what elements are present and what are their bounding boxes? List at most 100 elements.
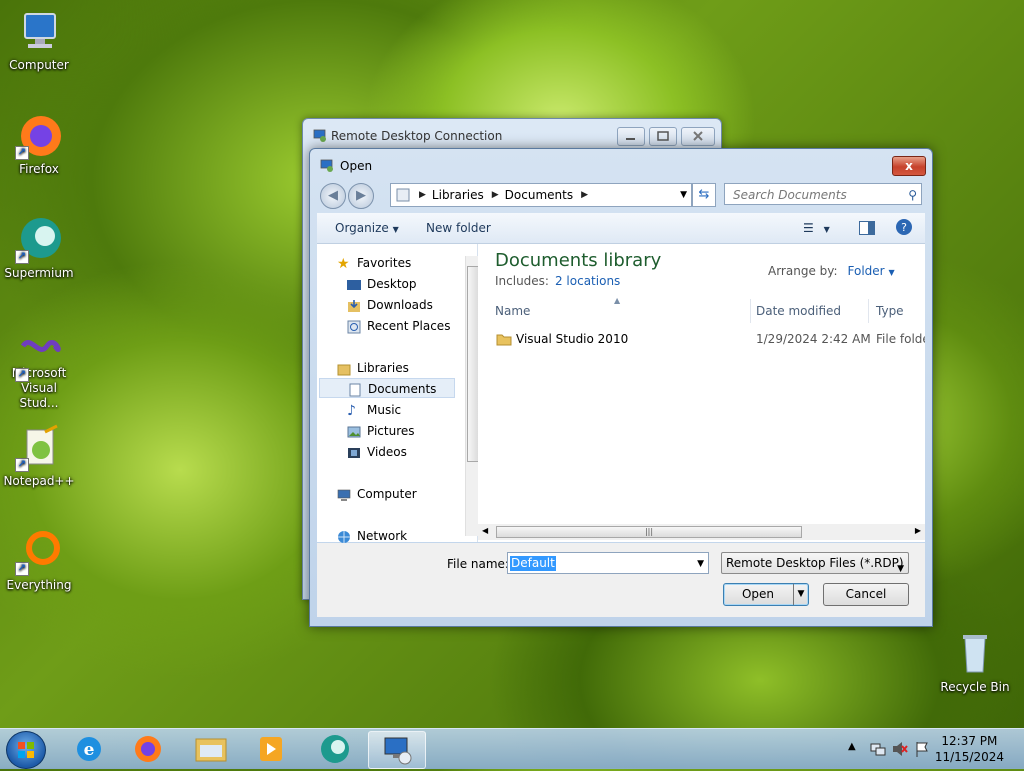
folder-icon	[496, 334, 512, 346]
nav-computer[interactable]: Computer	[337, 484, 417, 504]
shortcut-arrow-icon: ↗	[15, 250, 29, 264]
preview-pane-icon[interactable]	[859, 221, 875, 238]
content-scroll-thumb[interactable]: |||	[496, 526, 802, 538]
desktop-icon-label: Firefox	[19, 162, 59, 176]
chevron-down-icon[interactable]: ▼	[697, 559, 704, 569]
desktop-icon-everything[interactable]: ↗ Everything	[0, 528, 78, 593]
taskbar-media-player[interactable]	[244, 731, 298, 767]
refresh-button[interactable]: ⇆	[692, 183, 716, 207]
content-pane: Documents library Includes: 2 locations A…	[478, 244, 925, 542]
clock[interactable]: 12:37 PM 11/15/2024	[935, 733, 1004, 765]
nav-desktop[interactable]: Desktop	[347, 274, 417, 294]
desktop-icon-label: Supermium	[4, 266, 74, 280]
notepadpp-icon: ↗	[15, 424, 63, 472]
nav-downloads[interactable]: Downloads	[347, 295, 433, 315]
nav-recent-places[interactable]: Recent Places	[347, 316, 450, 336]
forward-button[interactable]: ▶	[348, 183, 374, 209]
nav-documents[interactable]: Documents	[319, 378, 455, 398]
content-horizontal-scrollbar[interactable]: ◀ ||| ▶	[478, 524, 925, 540]
command-bar: Organize ▼ New folder ☰ ▼ ?	[317, 213, 925, 244]
firefox-icon: ↗	[15, 112, 63, 160]
svg-text:?: ?	[901, 221, 907, 234]
file-type-value: Remote Desktop Files (*.RDP)	[726, 556, 904, 570]
show-hidden-icons-icon[interactable]: ▲	[848, 741, 856, 752]
visual-studio-icon: ↗	[15, 330, 63, 382]
file-type: File folder	[876, 332, 925, 346]
breadcrumb-libraries[interactable]: Libraries	[432, 188, 484, 202]
help-icon[interactable]: ?	[895, 218, 913, 239]
column-separator	[868, 299, 869, 323]
address-bar[interactable]: ▶ Libraries ▶ Documents ▶ ▼	[390, 183, 692, 207]
taskbar-supermium[interactable]	[308, 731, 362, 767]
nav-libraries[interactable]: Libraries	[337, 358, 409, 378]
search-icon[interactable]: ⚲	[908, 184, 917, 206]
column-header-date[interactable]: Date modified	[756, 304, 841, 318]
maximize-button[interactable]	[649, 127, 677, 146]
open-split-dropdown-icon[interactable]: ▼	[793, 584, 808, 605]
pictures-icon	[347, 426, 361, 437]
videos-icon	[348, 447, 360, 458]
open-button[interactable]: Open ▼	[723, 583, 809, 606]
new-folder-button[interactable]: New folder	[426, 221, 491, 235]
everything-icon: ↗	[15, 528, 63, 576]
desktop-icon-firefox[interactable]: ↗ Firefox	[0, 112, 78, 177]
taskbar-ie[interactable]: e	[62, 731, 116, 767]
file-name-input[interactable]: Default ▼	[507, 552, 709, 574]
close-button[interactable]	[681, 127, 715, 146]
address-dropdown-icon[interactable]: ▼	[680, 190, 687, 200]
arrange-by-dropdown[interactable]: Folder ▼	[848, 264, 895, 278]
taskbar-remote-desktop[interactable]	[368, 731, 426, 769]
file-date: 1/29/2024 2:42 AM	[756, 332, 871, 346]
star-icon: ★	[337, 255, 350, 272]
start-button[interactable]	[6, 731, 46, 769]
breadcrumb-arrow-icon[interactable]: ▶	[581, 190, 588, 200]
nav-favorites[interactable]: ★ Favorites	[337, 253, 411, 273]
column-separator	[750, 299, 751, 323]
nav-pictures[interactable]: Pictures	[347, 421, 415, 441]
nav-music[interactable]: ♪ Music	[347, 400, 401, 420]
clock-date: 11/15/2024	[934, 750, 1004, 764]
clock-time: 12:37 PM	[941, 734, 998, 748]
dialog-close-button[interactable]: x	[892, 156, 926, 176]
action-center-flag-icon[interactable]	[914, 741, 930, 757]
locations-link[interactable]: 2 locations	[555, 274, 620, 288]
back-arrow-icon: ◀	[328, 188, 338, 203]
scroll-right-icon[interactable]: ▶	[915, 526, 921, 535]
desktop-icon-supermium[interactable]: ↗ Supermium	[0, 216, 78, 281]
search-input[interactable]: Search Documents ⚲	[724, 183, 922, 205]
shortcut-arrow-icon: ↗	[15, 562, 29, 576]
view-options-icon[interactable]: ☰ ▼	[803, 221, 830, 235]
library-includes: Includes: 2 locations	[495, 274, 621, 288]
close-icon: x	[905, 159, 913, 173]
desktop-icon-recycle-bin[interactable]: Recycle Bin	[936, 630, 1014, 695]
library-title: Documents library	[495, 250, 662, 271]
library-icon	[396, 188, 410, 202]
breadcrumb-documents[interactable]: Documents	[505, 188, 573, 202]
nav-videos[interactable]: Videos	[347, 442, 407, 462]
column-header-name[interactable]: Name	[495, 304, 530, 318]
recycle-bin-icon	[951, 630, 999, 678]
open-dialog[interactable]: Open x ◀ ▶ ▶ Libraries ▶ Documents ▶ ▼ ⇆…	[309, 148, 933, 627]
cancel-button[interactable]: Cancel	[823, 583, 909, 606]
desktop-icon-visual-studio[interactable]: ↗ Microsoft Visual Stud...	[0, 330, 78, 411]
supermium-icon	[321, 735, 349, 763]
volume-muted-icon[interactable]	[892, 741, 908, 757]
rdc-window-title: Remote Desktop Connection	[331, 129, 503, 143]
back-button[interactable]: ◀	[320, 183, 346, 209]
desktop-icon-computer[interactable]: Computer	[0, 8, 78, 73]
remote-desktop-icon	[384, 737, 412, 765]
desktop-icon-notepadpp[interactable]: ↗ Notepad++	[0, 424, 78, 489]
file-name-label: File name:	[447, 557, 509, 571]
file-type-select[interactable]: Remote Desktop Files (*.RDP) ▼	[721, 552, 909, 574]
scroll-left-icon[interactable]: ◀	[482, 526, 488, 535]
minimize-button[interactable]	[617, 127, 645, 146]
organize-button[interactable]: Organize ▼	[335, 221, 399, 235]
column-header-type[interactable]: Type	[876, 304, 904, 318]
taskbar-firefox[interactable]	[121, 731, 175, 767]
sort-indicator-icon: ▲	[614, 296, 621, 305]
desktop-icon-label: Everything	[6, 578, 72, 592]
taskbar-explorer[interactable]	[184, 731, 238, 767]
network-icon[interactable]	[870, 741, 886, 757]
computer-icon	[337, 489, 351, 501]
chevron-down-icon: ▼	[392, 225, 399, 234]
